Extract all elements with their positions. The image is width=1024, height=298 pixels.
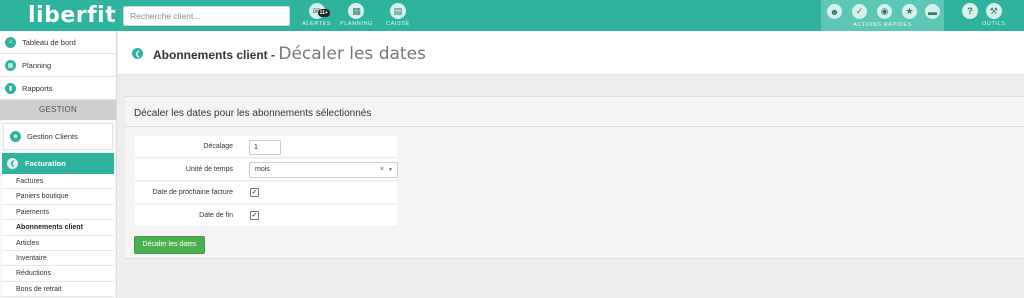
- unite-selected-value: mois: [255, 166, 270, 173]
- alertes-label: ALERTES: [302, 21, 332, 27]
- submenu-item-abonnements-client[interactable]: Abonnements client: [2, 220, 114, 236]
- register-icon: ▤: [389, 3, 406, 19]
- search-input[interactable]: [123, 6, 290, 26]
- help-button[interactable]: ?: [962, 3, 978, 19]
- actions-rapides: ☻ ✓ ◉ ★ ▬ ACTIONS RAPIDES: [821, 0, 944, 31]
- caisse-label: CAISSE: [386, 21, 410, 27]
- submenu-item-factures[interactable]: Factures: [2, 174, 114, 190]
- submenu-item-paniers-boutique[interactable]: Paniers boutique: [2, 189, 114, 205]
- help-icon: ?: [962, 3, 978, 19]
- page-header: ❮ Abonnements client - Décaler les dates: [118, 31, 1024, 75]
- shift-dates-form: Décaler les dates pour les abonnements s…: [125, 96, 1024, 259]
- sidebar-item-label: Facturation: [25, 159, 66, 168]
- calendar-icon: ▦: [5, 59, 16, 71]
- sidebar-item-label: Rapports: [22, 83, 53, 93]
- submenu-item-reductions[interactable]: Réductions: [2, 266, 114, 282]
- outils-button[interactable]: ⚒ OUTILS: [982, 3, 1005, 27]
- badge-scan-icon[interactable]: ◉: [877, 4, 892, 19]
- submenu-item-articles[interactable]: Articles: [2, 235, 114, 251]
- card-icon[interactable]: ▬: [925, 4, 940, 19]
- booking-icon[interactable]: ★: [902, 4, 917, 19]
- tools-icon: ⚒: [985, 3, 1002, 19]
- sidebar-item-label: Planning: [22, 60, 52, 70]
- add-client-icon[interactable]: ☻: [827, 4, 842, 19]
- top-bar: liberfit ✉11+ ALERTES ▦ PLANNING ▤ CAISS…: [0, 0, 1024, 31]
- sidebar-item-facturation[interactable]: ❮ Facturation: [2, 153, 114, 174]
- sidebar-item-label: Gestion Clients: [27, 132, 78, 141]
- unite-select[interactable]: mois × ▼: [249, 162, 398, 178]
- sidebar-item-tableau-de-bord[interactable]: ⌂ Tableau de bord: [0, 31, 116, 54]
- back-button[interactable]: ❮: [132, 48, 143, 59]
- sidebar: ⌂ Tableau de bord ▦ Planning ▮ Rapports …: [0, 31, 117, 298]
- date-fin-checkbox[interactable]: ✓: [250, 211, 259, 220]
- sidebar-item-label: Tableau de bord: [22, 37, 76, 47]
- caisse-button[interactable]: ▤ CAISSE: [386, 3, 410, 27]
- user-icon: ☻: [10, 131, 21, 142]
- sidebar-item-planning[interactable]: ▦ Planning: [0, 54, 116, 77]
- prochaine-facture-checkbox[interactable]: ✓: [250, 188, 259, 197]
- unite-label: Unité de temps: [185, 166, 233, 173]
- chevron-left-icon: ❮: [7, 158, 18, 169]
- sale-icon[interactable]: ✓: [852, 4, 867, 19]
- decalage-label: Décalage: [203, 143, 233, 150]
- planning-label: PLANNING: [340, 21, 373, 27]
- submenu-item-bons-de-retrait[interactable]: Bons de retrait: [2, 281, 114, 298]
- outils-label: OUTILS: [982, 21, 1006, 27]
- planning-button[interactable]: ▦ PLANNING: [340, 3, 373, 27]
- form-row-prochaine-facture: Date de prochaine facture ✓: [135, 182, 397, 204]
- chevron-left-icon: ❮: [134, 50, 141, 58]
- alert-count-badge: 11+: [317, 9, 330, 17]
- page-title: Abonnements client - Décaler les dates: [153, 44, 426, 64]
- sidebar-item-rapports[interactable]: ▮ Rapports: [0, 77, 116, 100]
- page-subtitle: Décaler les dates: [278, 44, 426, 64]
- chevron-down-icon[interactable]: ▼: [388, 163, 393, 177]
- date-fin-label: Date de fin: [199, 212, 233, 219]
- bell-icon: ✉ 11+: [308, 3, 330, 19]
- chart-icon: ▮: [5, 82, 16, 94]
- prochaine-facture-label: Date de prochaine facture: [152, 189, 233, 196]
- form-row-date-fin: Date de fin ✓: [135, 205, 397, 227]
- divider: [125, 126, 1024, 127]
- form-row-decalage: Décalage 1: [135, 136, 397, 158]
- decaler-dates-button[interactable]: Décaler les dates: [134, 236, 205, 254]
- alertes-button[interactable]: ✉ 11+ ALERTES: [302, 3, 331, 27]
- calendar-icon: ▦: [348, 3, 365, 19]
- submenu-item-paiements[interactable]: Paiements: [2, 204, 114, 221]
- form-title: Décaler les dates pour les abonnements s…: [134, 108, 372, 119]
- decalage-input[interactable]: 1: [249, 140, 281, 155]
- submenu-item-inventaire[interactable]: Inventaire: [2, 250, 114, 267]
- page-title-main: Abonnements client -: [153, 48, 276, 62]
- home-icon: ⌂: [5, 36, 16, 48]
- actions-rapides-label: ACTIONS RAPIDES: [852, 22, 913, 28]
- section-header-gestion: GESTION: [0, 100, 116, 120]
- sidebar-item-gestion-clients[interactable]: ☻ Gestion Clients: [3, 123, 113, 150]
- logo[interactable]: liberfit: [28, 3, 116, 28]
- clear-icon[interactable]: ×: [380, 163, 384, 177]
- form-row-unite: Unité de temps mois × ▼: [135, 159, 398, 181]
